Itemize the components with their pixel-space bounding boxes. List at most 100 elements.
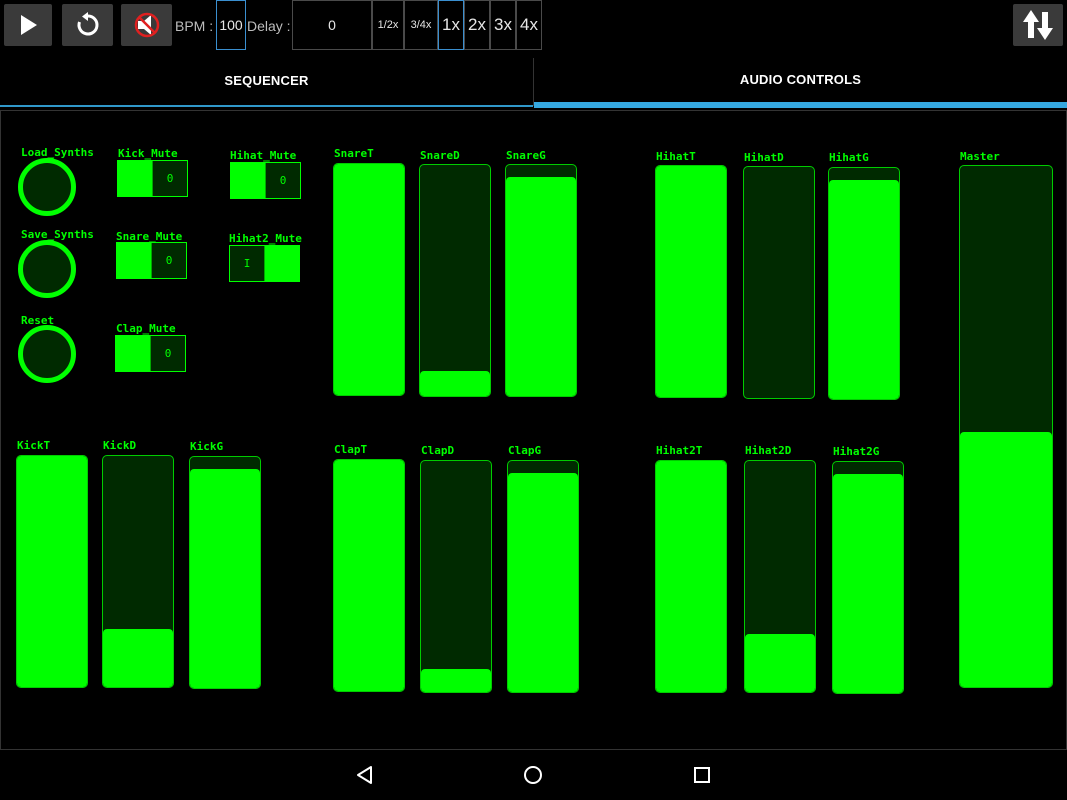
master-fill bbox=[960, 431, 1052, 687]
toggle-on-half bbox=[231, 163, 265, 198]
clapd-slider[interactable] bbox=[420, 460, 492, 693]
replay-icon bbox=[77, 12, 98, 36]
save-synths-button[interactable] bbox=[18, 240, 76, 298]
bpm-label: BPM : bbox=[175, 18, 214, 34]
reset-button[interactable] bbox=[18, 325, 76, 383]
snared-label: SnareD bbox=[420, 149, 460, 162]
snaret-slider[interactable] bbox=[333, 163, 405, 396]
reset-sequence-button[interactable] bbox=[62, 4, 113, 46]
kickd-slider[interactable] bbox=[102, 455, 174, 688]
hihat2g-label: Hihat2G bbox=[833, 445, 880, 458]
kickd-label: KickD bbox=[103, 439, 137, 452]
system-nav-bar bbox=[0, 750, 1067, 800]
snare-mute-state: 0 bbox=[151, 243, 186, 278]
kickd-fill bbox=[103, 629, 173, 687]
hihat2g-fill bbox=[833, 473, 903, 693]
clapg-slider[interactable] bbox=[507, 460, 579, 693]
kickg-fill bbox=[190, 468, 260, 688]
hihatg-label: HihatG bbox=[829, 151, 869, 164]
clapd-label: ClapD bbox=[421, 444, 455, 457]
hihatg-fill bbox=[829, 179, 899, 399]
clapg-fill bbox=[508, 472, 578, 692]
toggle-on-half bbox=[265, 246, 299, 281]
speed-1x-button[interactable]: 1x bbox=[438, 0, 464, 50]
hihat-mute-toggle[interactable]: 0 bbox=[230, 162, 301, 199]
snare-mute-toggle[interactable]: 0 bbox=[116, 242, 187, 279]
tab-audio-controls[interactable]: AUDIO CONTROLS bbox=[534, 56, 1067, 102]
clapd-fill bbox=[421, 668, 491, 692]
recents-icon[interactable] bbox=[693, 766, 711, 784]
snareg-fill bbox=[506, 176, 576, 396]
load-synths-button[interactable] bbox=[18, 158, 76, 216]
snareg-label: SnareG bbox=[506, 149, 546, 162]
kickt-fill bbox=[17, 456, 87, 687]
tab-bar: SEQUENCER AUDIO CONTROLS bbox=[0, 56, 1067, 108]
hihat2d-slider[interactable] bbox=[744, 460, 816, 693]
kickt-label: KickT bbox=[17, 439, 51, 452]
master-slider[interactable] bbox=[959, 165, 1053, 688]
snaret-label: SnareT bbox=[334, 147, 374, 160]
hihatt-fill bbox=[656, 166, 726, 397]
master-label: Master bbox=[960, 150, 1000, 163]
toggle-on-half bbox=[117, 243, 151, 278]
mute-icon bbox=[134, 12, 159, 38]
toggle-on-half bbox=[118, 161, 152, 196]
hihatt-slider[interactable] bbox=[655, 165, 727, 398]
clapt-slider[interactable] bbox=[333, 459, 405, 692]
clap-mute-state: 0 bbox=[150, 336, 185, 371]
swap-button[interactable] bbox=[1013, 4, 1063, 46]
snareg-slider[interactable] bbox=[505, 164, 577, 397]
clapt-fill bbox=[334, 460, 404, 691]
kick-mute-label: Kick_Mute bbox=[118, 147, 178, 160]
snaret-fill bbox=[334, 164, 404, 395]
clapg-label: ClapG bbox=[508, 444, 542, 457]
active-tab-indicator bbox=[534, 102, 1067, 108]
delay-input[interactable]: 0 bbox=[292, 0, 372, 50]
save-synths-label: Save_Synths bbox=[21, 228, 94, 241]
speed-3x-button[interactable]: 3x bbox=[490, 0, 516, 50]
snared-slider[interactable] bbox=[419, 164, 491, 397]
snared-fill bbox=[420, 370, 490, 396]
hihat-mute-state: 0 bbox=[265, 163, 300, 198]
bpm-input[interactable]: 100 bbox=[216, 0, 246, 50]
clap-mute-toggle[interactable]: 0 bbox=[115, 335, 186, 372]
kickg-slider[interactable] bbox=[189, 456, 261, 689]
tab-sequencer[interactable]: SEQUENCER bbox=[0, 56, 533, 104]
home-icon[interactable] bbox=[523, 765, 543, 785]
tab-underline bbox=[0, 105, 533, 107]
hihat2-mute-label: Hihat2_Mute bbox=[229, 232, 302, 245]
swap-vertical-icon bbox=[1023, 10, 1053, 40]
kick-mute-state: 0 bbox=[152, 161, 187, 196]
toggle-on-half bbox=[116, 336, 150, 371]
clapt-label: ClapT bbox=[334, 443, 368, 456]
speed-half-button[interactable]: 1/2x bbox=[372, 0, 404, 50]
hihat2d-label: Hihat2D bbox=[745, 444, 792, 457]
kickt-slider[interactable] bbox=[16, 455, 88, 688]
hihat2-mute-state: I bbox=[230, 246, 265, 281]
hihatg-slider[interactable] bbox=[828, 167, 900, 400]
load-synths-label: Load_Synths bbox=[21, 146, 94, 159]
speed-2x-button[interactable]: 2x bbox=[464, 0, 490, 50]
hihat2t-label: Hihat2T bbox=[656, 444, 703, 457]
hihatt-label: HihatT bbox=[656, 150, 696, 163]
hihat-mute-label: Hihat_Mute bbox=[230, 149, 297, 162]
kickg-label: KickG bbox=[190, 440, 224, 453]
play-button[interactable] bbox=[4, 4, 52, 46]
speed-4x-button[interactable]: 4x bbox=[516, 0, 542, 50]
play-icon bbox=[21, 15, 37, 35]
tab-divider bbox=[533, 58, 534, 106]
hihat2g-slider[interactable] bbox=[832, 461, 904, 694]
speed-three-quarter-button[interactable]: 3/4x bbox=[404, 0, 438, 50]
hihatd-slider[interactable] bbox=[743, 166, 815, 399]
hihat2-mute-toggle[interactable]: I bbox=[229, 245, 300, 282]
clap-mute-label: Clap_Mute bbox=[116, 322, 176, 335]
back-icon[interactable] bbox=[355, 765, 375, 785]
hihat2d-fill bbox=[745, 634, 815, 692]
kick-mute-toggle[interactable]: 0 bbox=[117, 160, 188, 197]
hihat2t-fill bbox=[656, 461, 726, 692]
hihatd-label: HihatD bbox=[744, 151, 784, 164]
top-toolbar: BPM : 100 Delay : 0 1/2x 3/4x 1x 2x 3x 4… bbox=[0, 0, 1067, 56]
delay-label: Delay : bbox=[247, 18, 291, 34]
hihat2t-slider[interactable] bbox=[655, 460, 727, 693]
mute-toggle-button[interactable] bbox=[121, 4, 172, 46]
